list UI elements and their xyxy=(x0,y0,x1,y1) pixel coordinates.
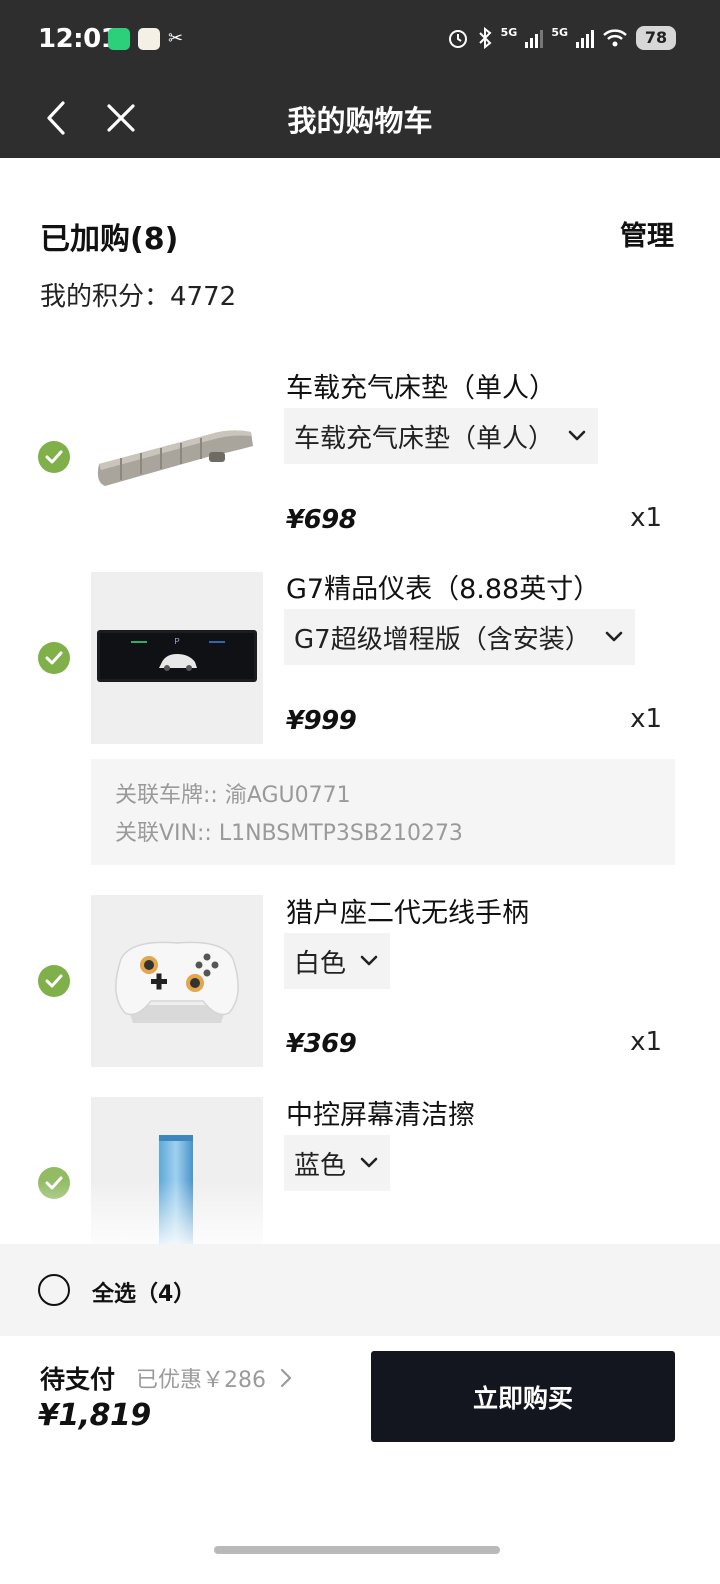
select-all-bar: 全选（4） xyxy=(0,1244,720,1336)
bluetooth-icon xyxy=(478,27,492,49)
variant-selector[interactable]: G7超级增程版（含安装） xyxy=(284,609,635,665)
product-image[interactable] xyxy=(91,372,263,544)
item-checkbox[interactable] xyxy=(38,441,70,473)
vin-row: 关联VIN:: L1NBSMTP3SB210273 xyxy=(115,815,651,853)
select-all-checkbox[interactable] xyxy=(38,1274,70,1306)
product-name[interactable]: 中控屏幕清洁擦 xyxy=(286,1093,475,1132)
product-price: ¥369 xyxy=(286,1029,357,1059)
variant-label: 蓝色 xyxy=(294,1150,347,1181)
chevron-down-icon xyxy=(568,430,586,441)
item-checkbox[interactable] xyxy=(38,642,70,674)
signal-bars-icon xyxy=(576,30,594,48)
wifi-icon xyxy=(603,29,627,47)
select-all-label[interactable]: 全选（4） xyxy=(92,1276,195,1308)
page-title: 我的购物车 xyxy=(287,104,433,138)
product-price: ¥999 xyxy=(286,706,357,736)
item-checkbox[interactable] xyxy=(38,965,70,997)
app-notification-icon xyxy=(138,28,160,50)
app-notification-icon xyxy=(108,28,130,50)
check-icon xyxy=(45,450,63,464)
signal-icon: 5G xyxy=(551,25,568,39)
total-price: ¥1,819 xyxy=(38,1398,151,1433)
pay-label: 待支付 xyxy=(40,1365,116,1394)
product-name[interactable]: 猎户座二代无线手柄 xyxy=(286,891,529,930)
cart-count: 已加购(8) xyxy=(40,222,179,257)
product-quantity[interactable]: x1 xyxy=(630,1027,662,1057)
product-image[interactable] xyxy=(91,895,263,1067)
chevron-right-icon xyxy=(280,1368,292,1388)
plate-label: 关联车牌:: xyxy=(115,783,218,808)
variant-label: G7超级增程版（含安装） xyxy=(294,624,591,655)
signal-bars-icon xyxy=(525,30,544,48)
nav-header: 我的购物车 xyxy=(0,80,720,158)
product-name[interactable]: 车载充气床垫（单人） xyxy=(286,366,556,405)
gamepad-image xyxy=(115,941,239,1023)
product-quantity[interactable]: x1 xyxy=(630,503,662,533)
scroll-fade xyxy=(0,1180,720,1244)
check-icon xyxy=(45,974,63,988)
variant-selector[interactable]: 车载充气床垫（单人） xyxy=(284,408,599,464)
battery-indicator: 78 xyxy=(636,26,676,50)
plate-row: 关联车牌:: 渝AGU0771 xyxy=(115,777,651,815)
manage-button[interactable]: 管理 xyxy=(620,214,674,253)
svg-text:P: P xyxy=(174,637,179,646)
check-icon xyxy=(45,651,63,665)
app-notification-icon: ✂ xyxy=(168,28,184,49)
discount-text: 已优惠￥286 xyxy=(136,1368,266,1393)
discount-detail-link[interactable]: 已优惠￥286 xyxy=(136,1362,292,1394)
status-bar: 12:01 ✂ 5G 5G 78 xyxy=(0,0,720,80)
vin-value: L1NBSMTP3SB210273 xyxy=(218,821,463,846)
associated-vehicle-info: 关联车牌:: 渝AGU0771 关联VIN:: L1NBSMTP3SB21027… xyxy=(91,759,675,865)
alarm-icon xyxy=(448,30,467,48)
plate-value: 渝AGU0771 xyxy=(224,783,351,808)
air-mattress-image xyxy=(97,430,253,486)
product-image[interactable]: P xyxy=(91,572,263,744)
instrument-display-image: P xyxy=(97,630,257,682)
points-value: 4772 xyxy=(170,282,237,312)
status-time: 12:01 xyxy=(38,24,119,54)
signal-icon: 5G xyxy=(500,25,518,39)
product-quantity[interactable]: x1 xyxy=(630,704,662,734)
vin-label: 关联VIN:: xyxy=(115,821,212,846)
product-name[interactable]: G7精品仪表（8.88英寸） xyxy=(286,567,600,606)
variant-label: 白色 xyxy=(294,948,347,979)
variant-selector[interactable]: 白色 xyxy=(284,933,391,989)
chevron-down-icon xyxy=(605,631,623,642)
chevron-down-icon xyxy=(360,955,378,966)
points-display: 我的积分：4772 xyxy=(40,276,236,313)
points-label: 我的积分： xyxy=(40,282,171,312)
variant-label: 车载充气床垫（单人） xyxy=(294,423,555,454)
product-price: ¥698 xyxy=(286,505,357,535)
buy-now-button[interactable]: 立即购买 xyxy=(371,1351,675,1442)
chevron-down-icon xyxy=(360,1157,378,1168)
home-indicator[interactable] xyxy=(214,1546,500,1554)
